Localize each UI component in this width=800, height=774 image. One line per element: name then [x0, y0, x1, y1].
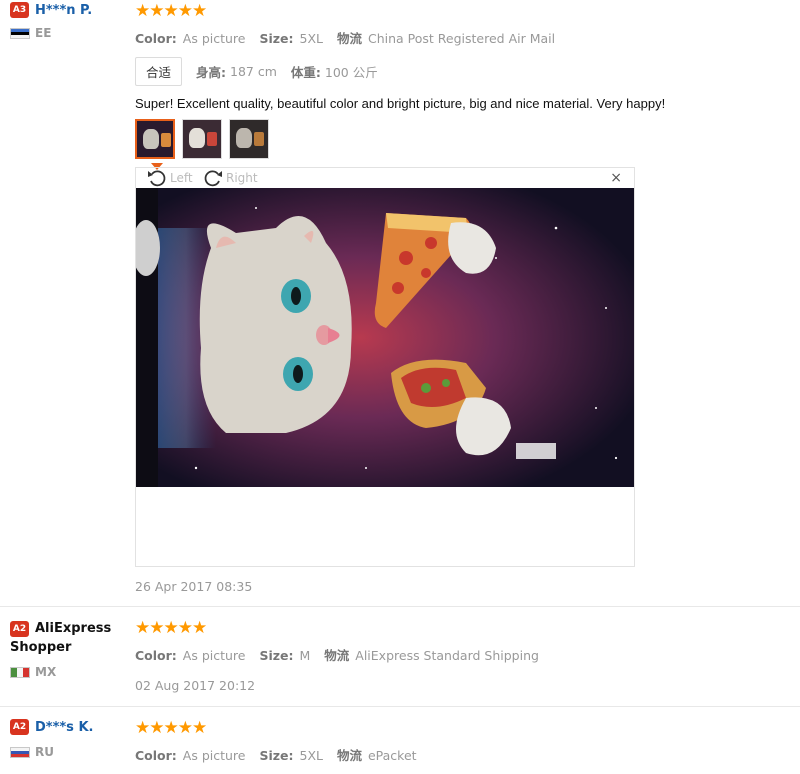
color-value: As picture	[182, 31, 246, 46]
color-label: Color:	[135, 648, 177, 663]
reviewer-info: A2 D***s K. RU	[10, 719, 130, 759]
reviewer-info: A3 H***n P. EE	[10, 2, 130, 40]
shipping-label: 物流	[336, 748, 362, 763]
review-content: ★★★★★ Color: As picture Size: 5XL 物流 Chi…	[135, 2, 785, 594]
buyer-level-badge: A3	[10, 2, 29, 18]
reviewer-name[interactable]: D***s K.	[35, 720, 93, 735]
weight-value: 100 公斤	[324, 65, 378, 80]
color-value: As picture	[182, 748, 246, 763]
weight-label: 体重:	[290, 65, 321, 80]
reviewer-info: A2 AliExpress Shopper MX	[10, 619, 130, 679]
size-value: 5XL	[299, 31, 323, 46]
review-item: A2 AliExpress Shopper MX ★★★★★ Color: As …	[0, 606, 800, 704]
review-content: ★★★★★ Color: As picture Size: M 物流 AliEx…	[135, 619, 785, 693]
photo-viewer: Left Right ×	[135, 167, 635, 567]
review-text: Super! Excellent quality, beautiful colo…	[135, 96, 666, 111]
fit-info: 合适 身高: 187 cm 体重: 100 公斤	[135, 57, 785, 86]
estonia-flag-icon	[10, 27, 30, 39]
order-attributes: Color: As picture Size: 5XL 物流 China Pos…	[135, 28, 785, 47]
review-date: 26 Apr 2017 08:35	[135, 579, 253, 594]
size-label: Size:	[259, 31, 294, 46]
photo-thumbnail[interactable]	[135, 119, 175, 159]
photo-thumbnails	[135, 119, 785, 170]
size-label: Size:	[259, 648, 294, 663]
rotate-right-icon	[204, 170, 222, 187]
shipping-label: 物流	[324, 648, 350, 663]
star-rating: ★★★★★	[135, 718, 207, 738]
size-value: 5XL	[299, 748, 323, 763]
country-code: RU	[35, 745, 54, 759]
photo-thumbnail[interactable]	[182, 119, 222, 159]
star-rating: ★★★★★	[135, 618, 207, 638]
review-content: ★★★★★ Color: As picture Size: 5XL 物流 ePa…	[135, 719, 785, 764]
color-label: Color:	[135, 31, 177, 46]
shipping-value: China Post Registered Air Mail	[367, 31, 556, 46]
rotate-left-label: Left	[170, 171, 193, 185]
russia-flag-icon	[10, 746, 30, 758]
height-label: 身高:	[196, 65, 227, 80]
review-date: 02 Aug 2017 20:12	[135, 678, 256, 693]
close-viewer-button[interactable]: ×	[610, 170, 622, 186]
order-attributes: Color: As picture Size: 5XL 物流 ePacket	[135, 745, 785, 764]
color-value: As picture	[182, 648, 246, 663]
country-code: EE	[35, 26, 52, 40]
size-value: M	[299, 648, 311, 663]
shipping-value: AliExpress Standard Shipping	[355, 648, 539, 663]
fit-tag: 合适	[135, 57, 183, 86]
reviewer-name[interactable]: H***n P.	[35, 3, 92, 18]
rotate-left-button[interactable]: Left	[146, 168, 193, 188]
review-item: A2 D***s K. RU ★★★★★ Color: As picture Si…	[0, 706, 800, 774]
shipping-value: ePacket	[367, 748, 417, 763]
galaxy-cat-shirt-image	[136, 188, 634, 487]
review-item: A3 H***n P. EE ★★★★★ Color: As picture Si…	[0, 0, 800, 604]
rotate-left-icon	[148, 170, 166, 187]
rotate-right-button[interactable]: Right	[202, 168, 258, 188]
mexico-flag-icon	[10, 666, 30, 678]
review-photo	[136, 188, 634, 487]
color-label: Color:	[135, 748, 177, 763]
buyer-level-badge: A2	[10, 719, 29, 735]
shipping-label: 物流	[336, 31, 362, 46]
country-code: MX	[35, 665, 57, 679]
rotate-right-label: Right	[226, 171, 258, 185]
order-attributes: Color: As picture Size: M 物流 AliExpress …	[135, 645, 785, 664]
buyer-level-badge: A2	[10, 620, 29, 637]
photo-thumbnail[interactable]	[229, 119, 269, 159]
viewer-toolbar: Left Right ×	[136, 168, 634, 188]
star-rating: ★★★★★	[135, 1, 207, 21]
size-label: Size:	[259, 748, 294, 763]
height-value: 187 cm	[230, 64, 277, 79]
